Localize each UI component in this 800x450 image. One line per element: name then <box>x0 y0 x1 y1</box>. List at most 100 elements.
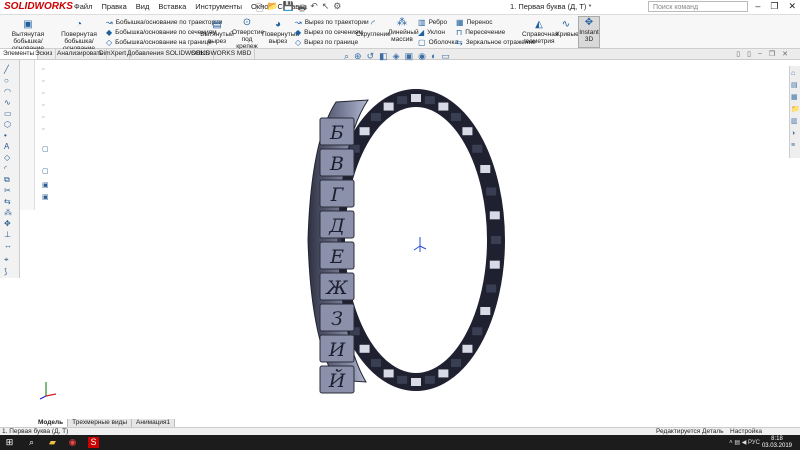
ring-tooth <box>397 375 408 384</box>
boundary-boss-button[interactable]: ◇ Бобышка/основание на границе <box>106 38 212 47</box>
sweep-cut-icon: ↝ <box>295 18 302 27</box>
polygon-icon[interactable]: ⬡ <box>4 121 15 129</box>
engraved-letter: Е <box>329 246 344 268</box>
offset-icon[interactable]: ⧉ <box>4 176 15 184</box>
plane-icon[interactable]: ◇ <box>4 154 15 162</box>
network-icon[interactable]: ▤ <box>734 440 740 446</box>
document-window-controls: ▯ ▯ – ❐ ✕ <box>736 50 788 58</box>
engraved-letter: Ж <box>324 277 348 299</box>
reference-geometry-button[interactable]: ◭ Справочная геометрия <box>522 19 558 45</box>
fillet-sketch-icon[interactable]: ◜ <box>4 165 15 173</box>
line-icon[interactable]: ╱ <box>4 66 15 74</box>
menu-file[interactable]: Файл <box>74 2 92 11</box>
doc-tile-icon[interactable]: ▯ <box>736 50 740 58</box>
shell-button[interactable]: ▢ Оболочка <box>418 38 458 47</box>
instant3d-button[interactable]: ✥ Instant 3D <box>578 16 600 48</box>
menu-insert[interactable]: Вставка <box>158 2 186 11</box>
tab-sketch[interactable]: Эскиз <box>32 49 57 59</box>
hole-icon: ⊙ <box>242 17 252 28</box>
appearances-icon[interactable]: ◑ <box>791 130 799 138</box>
doc-restore-icon[interactable]: ❐ <box>769 50 775 58</box>
doc-minimize-icon[interactable]: – <box>758 50 762 58</box>
app-logo: SOLIDWORKS <box>4 1 73 12</box>
instant3d-icon: ✥ <box>584 17 594 28</box>
menu-tools[interactable]: Инструменты <box>195 2 242 11</box>
command-search-input[interactable]: Поиск команд <box>648 1 748 12</box>
library-icon[interactable]: ▦ <box>791 94 799 102</box>
draft-button[interactable]: ◢ Уклон <box>418 28 445 37</box>
clock-date: 03.03.2019 <box>761 442 792 449</box>
curves-button[interactable]: ∿ Кривые <box>556 19 579 38</box>
ring-inner-edge <box>327 89 505 391</box>
loft-cut-icon: ◆ <box>295 28 302 37</box>
ring-tooth <box>383 102 394 111</box>
tab-3d-views[interactable]: Трехмерные виды <box>68 419 133 427</box>
hole-wizard-button[interactable]: ⊙ Отверстие под крепеж <box>232 17 264 50</box>
arc-icon[interactable]: ◠ <box>4 88 15 96</box>
curves-icon: ∿ <box>561 19 571 30</box>
rectangle-icon[interactable]: ▭ <box>4 110 15 118</box>
title-bar: SOLIDWORKS Файл Правка Вид Вставка Инстр… <box>0 0 800 15</box>
boundary-cut-button[interactable]: ◇ Вырез по границе <box>295 38 358 47</box>
loft-cut-button[interactable]: ◆ Вырез по сечениям <box>295 28 363 37</box>
solidworks-taskbar-icon[interactable]: S <box>88 437 99 448</box>
trim-icon[interactable]: ✂ <box>4 187 15 195</box>
ring-tooth <box>359 127 370 136</box>
tray-up-icon[interactable]: ˄ <box>729 440 733 446</box>
menu-edit[interactable]: Правка <box>101 2 126 11</box>
restore-icon[interactable]: ❐ <box>770 1 778 12</box>
system-clock[interactable]: 8:18 03.03.2019 <box>762 436 792 449</box>
engraved-letter: Й <box>328 369 346 392</box>
file-explorer-icon[interactable]: ▰ <box>47 437 58 448</box>
doc-split-icon[interactable]: ▯ <box>747 50 751 58</box>
custom-properties-icon[interactable]: ≡ <box>791 142 799 150</box>
tab-model[interactable]: Модель <box>34 419 69 427</box>
extrude-cut-icon: ▤ <box>212 19 222 30</box>
search-icon[interactable]: ⌕ <box>26 437 37 448</box>
view-palette-icon[interactable]: ▥ <box>791 118 799 126</box>
dimension-icon[interactable]: ↔ <box>4 242 15 250</box>
extrude-cut-button[interactable]: ▤ Вытянутый вырез <box>200 19 234 45</box>
model-tabs: Модель Трехмерные виды Анимация1 <box>34 419 176 427</box>
ring-tooth <box>489 211 500 220</box>
explorer-icon[interactable]: 📁 <box>791 106 800 114</box>
doc-close-icon[interactable]: ✕ <box>782 50 788 58</box>
curve-sketch-icon[interactable]: ⟆ <box>4 268 15 276</box>
wrap-button[interactable]: ▦ Перенос <box>456 18 493 27</box>
point-icon[interactable]: • <box>4 132 15 140</box>
revolve-boss-button[interactable]: ◔ Повернутая бобышка/основание <box>55 19 103 52</box>
smart-dimension-icon[interactable]: ⌖ <box>4 256 15 264</box>
fillet-button[interactable]: ◜ Скругление <box>356 19 391 38</box>
volume-icon[interactable]: ◀ <box>742 440 747 446</box>
extrude-icon: ▣ <box>23 19 33 30</box>
language-indicator[interactable]: РУС <box>748 440 760 446</box>
close-icon[interactable]: ✕ <box>788 1 796 12</box>
fillet-icon: ◜ <box>371 19 375 30</box>
relations-icon[interactable]: ⊥ <box>4 231 15 239</box>
linear-pattern-button[interactable]: ⁂ Линейный массив <box>388 17 419 43</box>
tab-animation[interactable]: Анимация1 <box>132 419 176 427</box>
menu-view[interactable]: Вид <box>136 2 150 11</box>
revolve-cut-button[interactable]: ◕ Повернутый вырез <box>262 19 299 45</box>
minimize-icon[interactable]: – <box>755 1 760 12</box>
move-icon[interactable]: ✥ <box>4 220 15 228</box>
intersect-button[interactable]: ⊓ Пересечение <box>456 28 505 37</box>
windows-start-icon[interactable]: ⊞ <box>4 437 15 448</box>
spline-icon[interactable]: ∿ <box>4 99 15 107</box>
ring-tooth <box>451 358 461 367</box>
pattern-sketch-icon[interactable]: ⁂ <box>4 209 15 217</box>
circle-icon[interactable]: ○ <box>4 77 15 85</box>
tab-mbd[interactable]: SOLIDWORKS MBD <box>188 49 256 59</box>
home-icon[interactable]: ⌂ <box>791 70 799 78</box>
text-icon[interactable]: A <box>4 143 15 151</box>
ring-tooth <box>472 327 483 336</box>
rib-button[interactable]: ▥ Ребро <box>418 18 447 27</box>
resources-icon[interactable]: ▤ <box>791 82 799 90</box>
rib-icon: ▥ <box>418 18 426 27</box>
mirror-sketch-icon[interactable]: ⇆ <box>4 198 15 206</box>
chrome-icon[interactable]: ◉ <box>67 437 78 448</box>
extrude-boss-button[interactable]: ▣ Вытянутая бобышка/основание <box>2 19 54 52</box>
command-manager: ▣ Вытянутая бобышка/основание ◔ Повернут… <box>0 15 800 52</box>
graphics-area[interactable]: БВГДЕЖЗИЙ <box>36 60 788 418</box>
document-title: 1. Первая буква (Д, Т) * <box>510 2 592 11</box>
